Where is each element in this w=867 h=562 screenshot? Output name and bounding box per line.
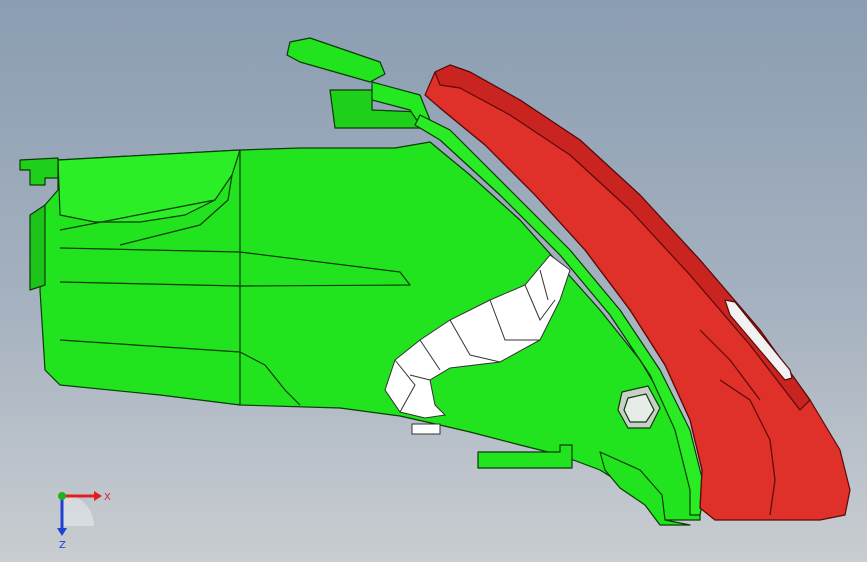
cad-viewport[interactable]: X Z [0, 0, 867, 562]
axis-z-label: Z [59, 540, 66, 551]
axis-z-arrow [57, 528, 67, 536]
axis-x-label: X [104, 492, 111, 503]
housing-left-step [29, 204, 46, 291]
housing-left-ledge [19, 157, 59, 186]
connector-arm [286, 37, 386, 83]
green-housing[interactable] [19, 37, 706, 526]
tail-lamp-3d-model[interactable] [0, 0, 867, 562]
bracket-foot [411, 423, 441, 435]
triad-shade [62, 494, 94, 526]
axis-y-dot [58, 492, 66, 500]
axis-triad: X Z [44, 476, 124, 556]
axis-x-arrow [94, 491, 102, 501]
